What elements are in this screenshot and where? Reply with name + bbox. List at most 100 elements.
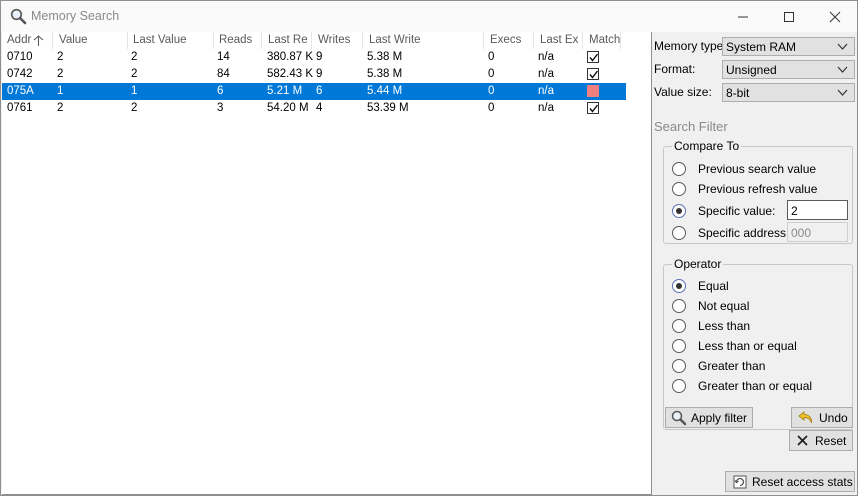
chevron-down-icon (837, 89, 848, 96)
format-value: Unsigned (726, 63, 777, 77)
column-header-addr[interactable]: Addr (2, 32, 53, 49)
checkmark-icon (589, 70, 598, 79)
column-header-last-value[interactable]: Last Value (128, 32, 214, 49)
format-label: Format: (654, 62, 696, 76)
cell-last-read: 380.87 K (267, 51, 314, 63)
radio-label: Specific value: (698, 204, 776, 218)
column-header-value[interactable]: Value (53, 32, 128, 49)
specific-value-text: 2 (791, 204, 798, 218)
search-filter-title: Search Filter (654, 119, 728, 134)
list-header: Addr Value Last Value Reads Last Re Writ… (2, 32, 626, 50)
cell-writes: 4 (316, 102, 323, 114)
column-header-match[interactable]: Match (583, 32, 621, 49)
radio-label: Greater than or equal (698, 379, 813, 393)
column-header-writes[interactable]: Writes (312, 32, 363, 49)
memory-type-label: Memory type: (654, 39, 727, 53)
cell-last-value: 2 (131, 51, 138, 63)
table-row[interactable]: 075A 1 1 6 5.21 M 6 5.44 M 0 n/a (2, 83, 626, 100)
cell-value: 2 (57, 102, 64, 114)
column-header-label: Addr (7, 34, 32, 46)
column-header-last-exec[interactable]: Last Ex (534, 32, 583, 49)
cell-value: 2 (57, 68, 64, 80)
column-header-label: Writes (318, 34, 351, 46)
radio-specific-address[interactable] (672, 226, 686, 240)
radio-specific-value[interactable] (672, 204, 686, 218)
radio-not-equal[interactable] (672, 299, 686, 313)
search-settings-panel: Memory type: System RAM Format: Unsigned… (652, 32, 857, 495)
column-header-label: Last Value (133, 34, 187, 46)
radio-label: Previous search value (698, 162, 817, 176)
radio-less-than[interactable] (672, 319, 686, 333)
table-row[interactable]: 0761 2 2 3 54.20 M 4 53.39 M 0 n/a (2, 100, 626, 117)
column-header-label: Execs (490, 34, 522, 46)
compare-to-group: Compare To Previous search value Previou… (663, 139, 853, 244)
apply-filter-button[interactable]: Apply filter (665, 407, 753, 428)
column-header-last-read[interactable]: Last Re (262, 32, 312, 49)
title-bar[interactable]: Memory Search (1, 1, 857, 32)
chevron-down-icon (837, 43, 848, 50)
specific-address-input: 000 (787, 222, 848, 242)
chevron-down-icon (837, 66, 848, 73)
cell-reads: 84 (217, 68, 230, 80)
cell-value: 2 (57, 51, 64, 63)
cell-value: 1 (57, 85, 64, 97)
radio-greater-than-or-equal[interactable] (672, 379, 686, 393)
column-header-label: Last Write (369, 34, 421, 46)
radio-label: Specific address: (698, 226, 790, 240)
column-header-label: Reads (219, 34, 253, 46)
minimize-icon (738, 16, 748, 18)
specific-value-input[interactable]: 2 (787, 200, 848, 220)
reset-access-stats-button[interactable]: Reset access stats (725, 471, 855, 492)
memory-type-dropdown[interactable]: System RAM (722, 37, 855, 56)
cell-writes: 6 (316, 85, 323, 97)
undo-button[interactable]: Undo (791, 407, 853, 428)
radio-previous-search-value[interactable] (672, 162, 686, 176)
window-title: Memory Search (31, 9, 120, 23)
reset-stats-icon (733, 475, 747, 489)
close-button[interactable] (812, 1, 858, 32)
column-header-label: Value (59, 34, 88, 46)
column-header-label: Last Re (268, 34, 308, 46)
column-header-last-write[interactable]: Last Write (363, 32, 484, 49)
cell-execs: 0 (488, 68, 495, 80)
cell-last-exec: n/a (538, 85, 554, 97)
cell-writes: 9 (316, 68, 323, 80)
memory-results-list[interactable]: Addr Value Last Value Reads Last Re Writ… (2, 32, 652, 495)
cell-addr: 075A (7, 85, 34, 97)
match-checkbox-checked (587, 102, 599, 114)
value-size-dropdown[interactable]: 8-bit (722, 83, 855, 102)
radio-greater-than[interactable] (672, 359, 686, 373)
cell-last-write: 5.38 M (367, 68, 403, 80)
compare-to-title: Compare To (672, 139, 742, 153)
minimize-button[interactable] (720, 1, 766, 32)
cell-last-write: 53.39 M (367, 102, 409, 114)
apply-filter-label: Apply filter (691, 411, 748, 425)
undo-icon (798, 411, 812, 424)
radio-label: Previous refresh value (698, 182, 818, 196)
maximize-button[interactable] (766, 1, 812, 32)
reset-button[interactable]: Reset (789, 430, 853, 451)
operator-group: Operator Equal Not equal Less than Less … (663, 257, 853, 430)
table-row[interactable]: 0710 2 2 14 380.87 K 9 5.38 M 0 n/a (2, 49, 626, 66)
table-row[interactable]: 0742 2 2 84 582.43 K 9 5.38 M 0 n/a (2, 66, 626, 83)
cell-reads: 14 (217, 51, 230, 63)
cell-execs: 0 (488, 102, 495, 114)
value-size-value: 8-bit (726, 86, 750, 100)
reset-label: Reset (815, 434, 847, 448)
radio-previous-refresh-value[interactable] (672, 182, 686, 196)
cell-last-exec: n/a (538, 68, 554, 80)
column-header-label: Last Ex (540, 34, 579, 46)
column-header-reads[interactable]: Reads (214, 32, 262, 49)
cell-writes: 9 (316, 51, 323, 63)
checkmark-icon (589, 104, 598, 113)
match-indicator-failed (587, 85, 599, 97)
radio-equal[interactable] (672, 279, 686, 293)
radio-label: Greater than (698, 359, 766, 373)
column-header-execs[interactable]: Execs (484, 32, 534, 49)
cell-last-write: 5.44 M (367, 85, 403, 97)
cell-last-exec: n/a (538, 51, 554, 63)
cell-execs: 0 (488, 85, 495, 97)
format-dropdown[interactable]: Unsigned (722, 60, 855, 79)
sort-ascending-icon (33, 35, 44, 46)
radio-less-than-or-equal[interactable] (672, 339, 686, 353)
